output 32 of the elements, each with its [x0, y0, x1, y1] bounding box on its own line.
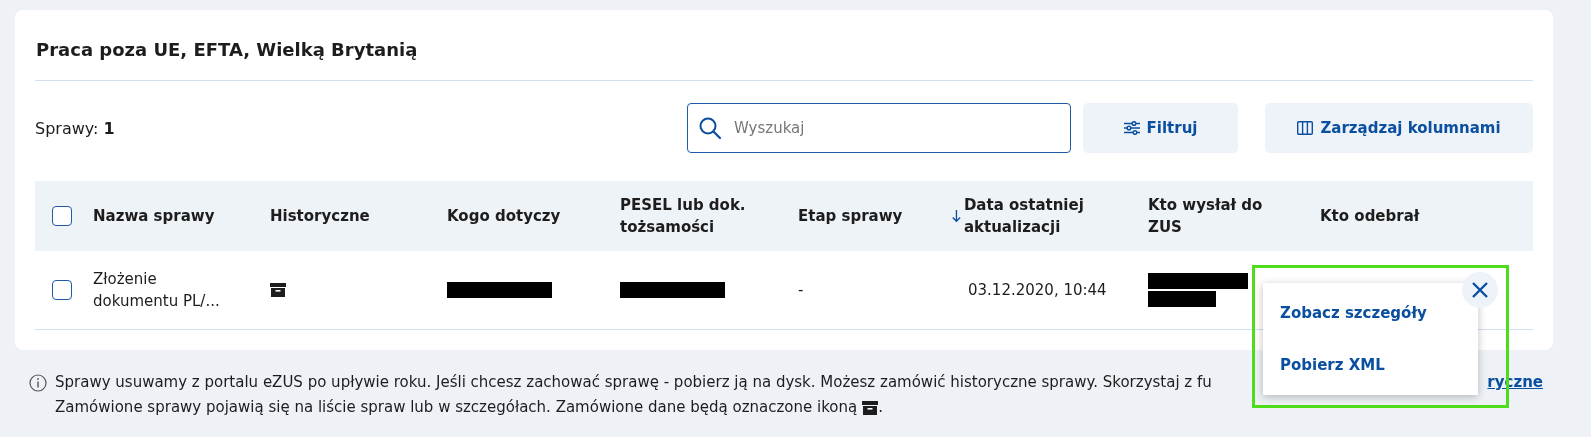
- table-cell-text: -: [798, 280, 804, 301]
- note-text: Sprawy usuwamy z portalu eZUS po upływie roku. Jeśli chcesz zachować sprawę - pobierz ją na dysk. Możesz zamówić historyczne sprawy. Skorzystaj z fu: [55, 372, 1212, 393]
- sort-down-icon[interactable]: [952, 207, 961, 225]
- menu-item[interactable]: Pobierz XML: [1263, 356, 1478, 374]
- panel-title: Praca poza UE, EFTA, Wielką Brytanią: [36, 40, 419, 60]
- close-icon: [1472, 282, 1488, 298]
- menu-item[interactable]: Zobacz szczegóły: [1263, 304, 1478, 322]
- archive-icon: [862, 400, 879, 415]
- search-field[interactable]: Wyszukaj: [687, 103, 1071, 153]
- select-all-checkbox[interactable]: [52, 206, 72, 226]
- table-cell-text: 03.12.2020, 10:44: [968, 280, 1107, 301]
- archive-icon: [270, 283, 286, 297]
- filter-button[interactable]: Filtruj: [1083, 103, 1238, 153]
- table-cell-text: Złożenie dokumentu PL/...: [93, 269, 221, 312]
- column-header: Nazwa sprawy: [93, 206, 215, 227]
- case-count: Sprawy: 1: [35, 118, 116, 138]
- columns-button[interactable]: Zarządzaj kolumnami: [1265, 103, 1533, 153]
- column-header: PESEL lub dok. tożsamości: [620, 195, 747, 238]
- sliders-icon: [1123, 121, 1140, 135]
- column-header: Kogo dotyczy: [447, 206, 561, 227]
- redaction-bar: [1148, 291, 1216, 307]
- note-text: Zamówione sprawy pojawią się na liście spraw lub w szczegółach. Zamówione dane będą oznaczone ikoną: [55, 397, 858, 418]
- note-text: .: [878, 397, 883, 418]
- info-icon: [29, 374, 47, 392]
- column-header: Data ostatniej aktualizacji: [963, 195, 1085, 238]
- columns-icon: [1297, 121, 1314, 135]
- column-header: Etap sprawy: [798, 206, 903, 227]
- column-header: Historyczne: [270, 206, 370, 227]
- search-icon: [698, 116, 722, 140]
- column-header: Kto wysłał do ZUS: [1148, 195, 1264, 238]
- column-header: Kto odebrał: [1320, 206, 1420, 227]
- row-checkbox[interactable]: [52, 280, 72, 300]
